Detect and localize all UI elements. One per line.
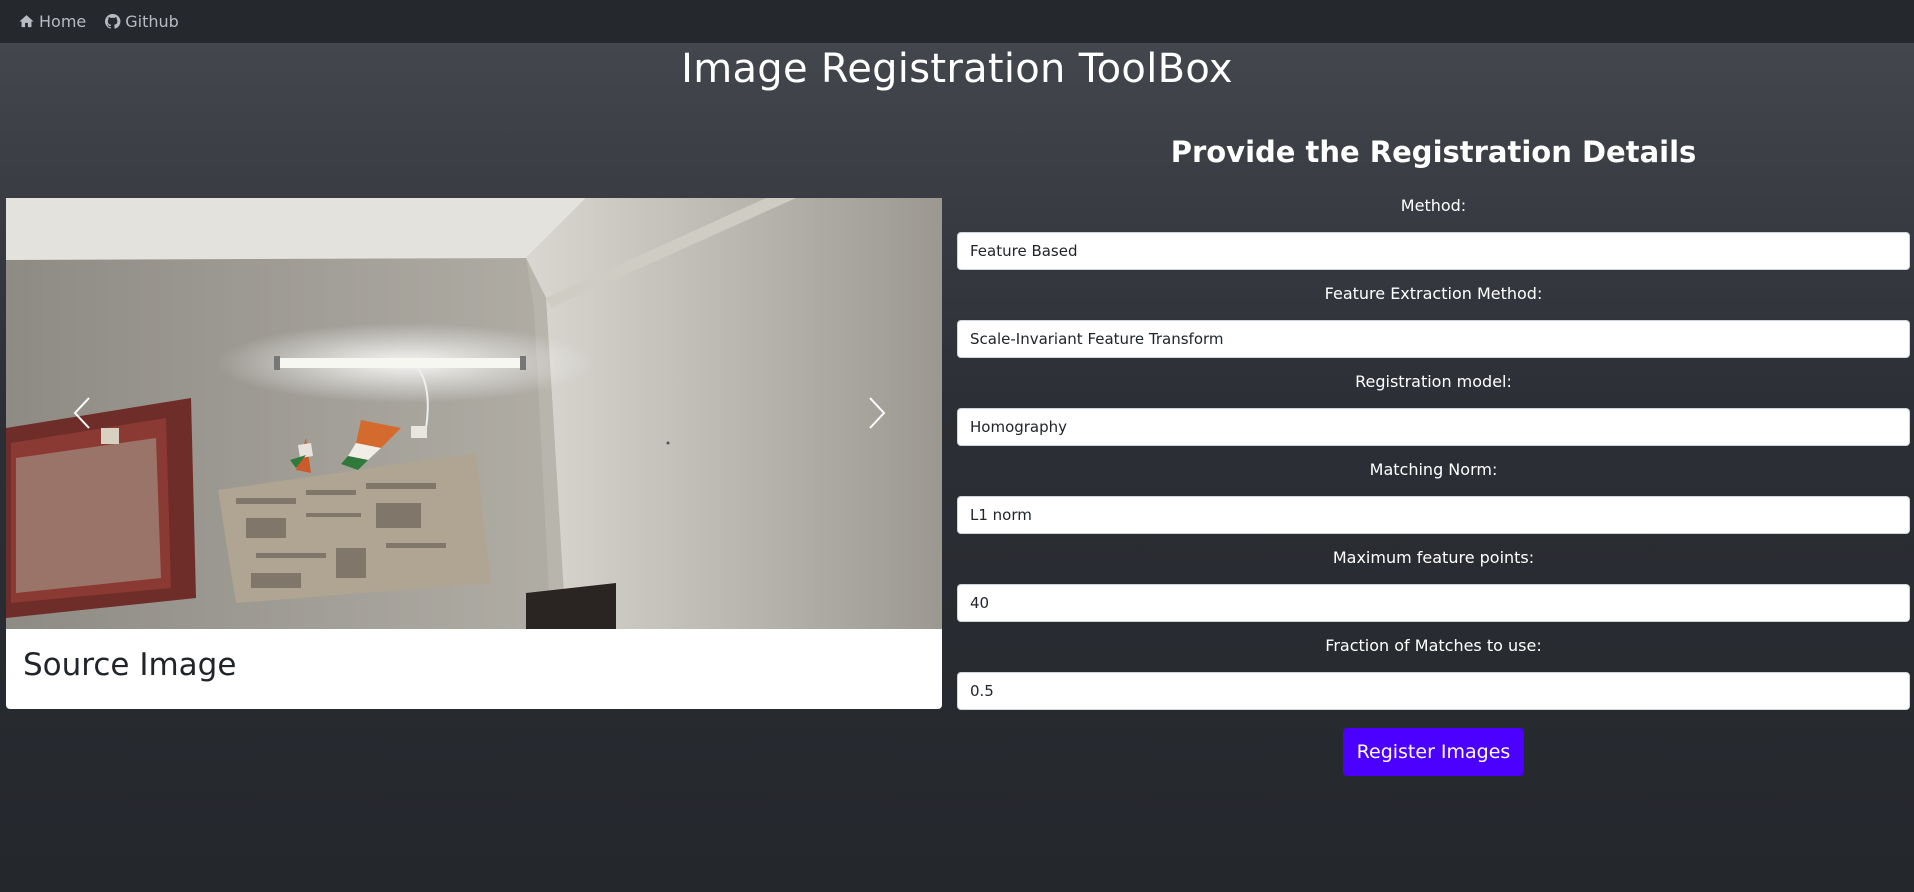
registration-model-field[interactable] <box>957 408 1910 446</box>
form-heading: Provide the Registration Details <box>1170 135 1697 169</box>
page-title: Image Registration ToolBox <box>681 46 1233 92</box>
matching-norm-field[interactable] <box>957 496 1910 534</box>
max-feature-points-field[interactable] <box>957 584 1910 622</box>
nav-github-label: Github <box>125 12 179 31</box>
source-image <box>6 198 942 629</box>
fraction-matches-label: Fraction of Matches to use: <box>1325 636 1542 655</box>
feature-extraction-label: Feature Extraction Method: <box>1324 284 1543 303</box>
carousel-caption: Source Image <box>6 629 942 709</box>
register-images-button[interactable]: Register Images <box>1343 728 1524 776</box>
carousel-next-button[interactable] <box>847 378 907 448</box>
fraction-matches-field[interactable] <box>957 672 1910 710</box>
nav-github-link[interactable]: Github <box>104 12 179 31</box>
github-icon <box>105 14 121 29</box>
navbar: Home Github <box>0 0 1914 43</box>
home-icon <box>19 15 34 28</box>
feature-extraction-field[interactable] <box>957 320 1910 358</box>
image-carousel <box>6 198 942 629</box>
matching-norm-label: Matching Norm: <box>1369 460 1498 479</box>
carousel-prev-button[interactable] <box>52 378 112 448</box>
source-image-card: Source Image <box>6 198 942 709</box>
method-field[interactable] <box>957 232 1910 270</box>
nav-home-label: Home <box>39 12 87 31</box>
max-feature-points-label: Maximum feature points: <box>1332 548 1535 567</box>
chevron-left-icon <box>73 397 90 429</box>
registration-model-label: Registration model: <box>1355 372 1512 391</box>
registration-form: Provide the Registration Details Method:… <box>957 130 1910 776</box>
nav-home-link[interactable]: Home <box>18 12 86 31</box>
chevron-right-icon <box>869 397 886 429</box>
method-label: Method: <box>1400 196 1467 215</box>
